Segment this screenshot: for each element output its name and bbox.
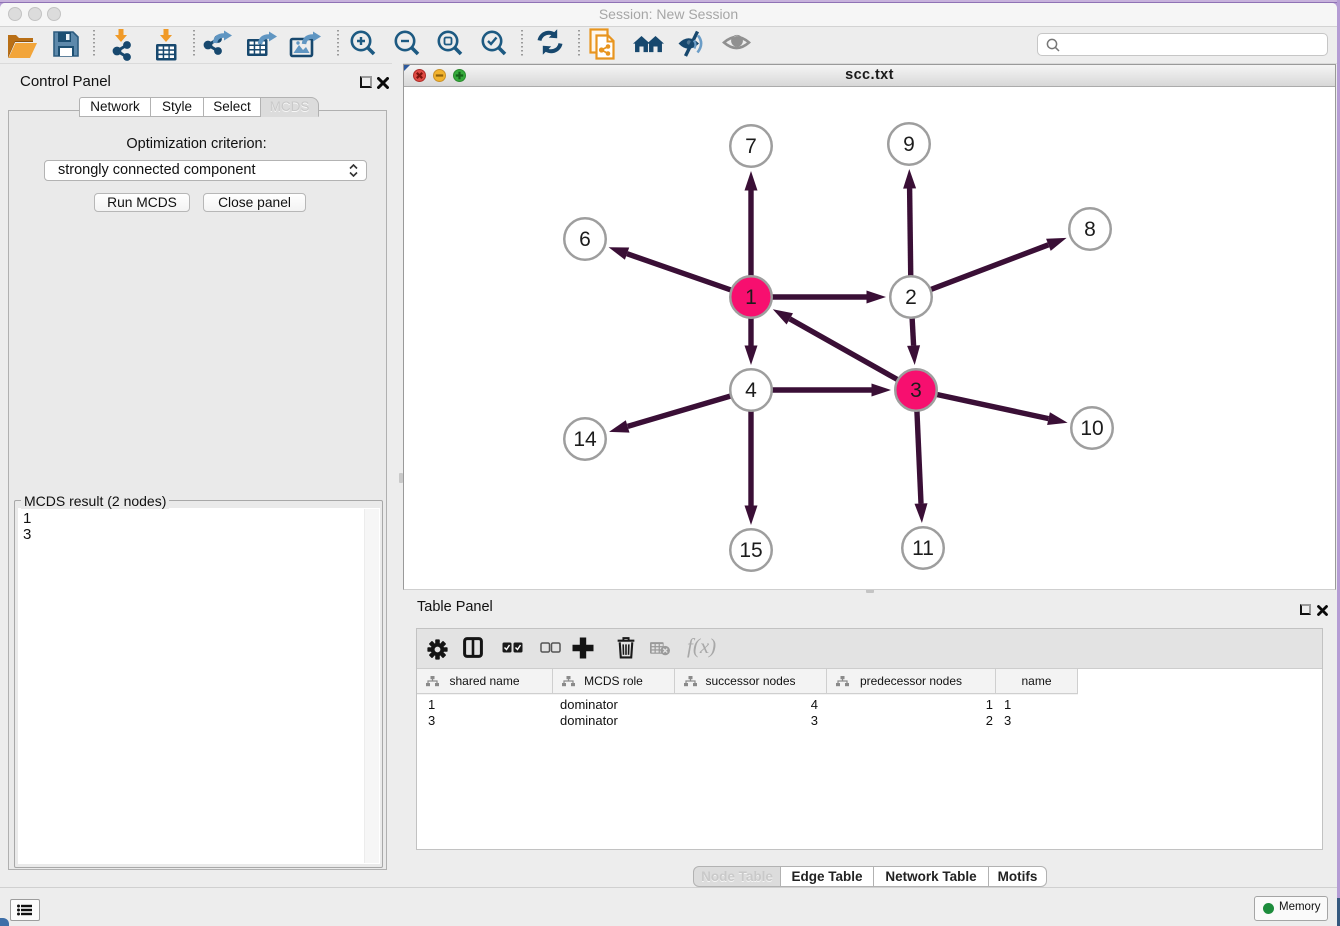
svg-text:8: 8 bbox=[1084, 218, 1096, 241]
svg-text:4: 4 bbox=[745, 379, 757, 402]
svg-text:15: 15 bbox=[739, 539, 762, 562]
svg-text:1: 1 bbox=[745, 286, 757, 309]
svg-text:3: 3 bbox=[910, 379, 922, 402]
svg-text:2: 2 bbox=[905, 286, 917, 309]
svg-text:7: 7 bbox=[745, 135, 757, 158]
svg-text:10: 10 bbox=[1080, 417, 1103, 440]
svg-text:9: 9 bbox=[903, 133, 915, 156]
svg-text:11: 11 bbox=[912, 537, 934, 560]
svg-text:6: 6 bbox=[579, 228, 591, 251]
svg-text:14: 14 bbox=[573, 428, 597, 451]
